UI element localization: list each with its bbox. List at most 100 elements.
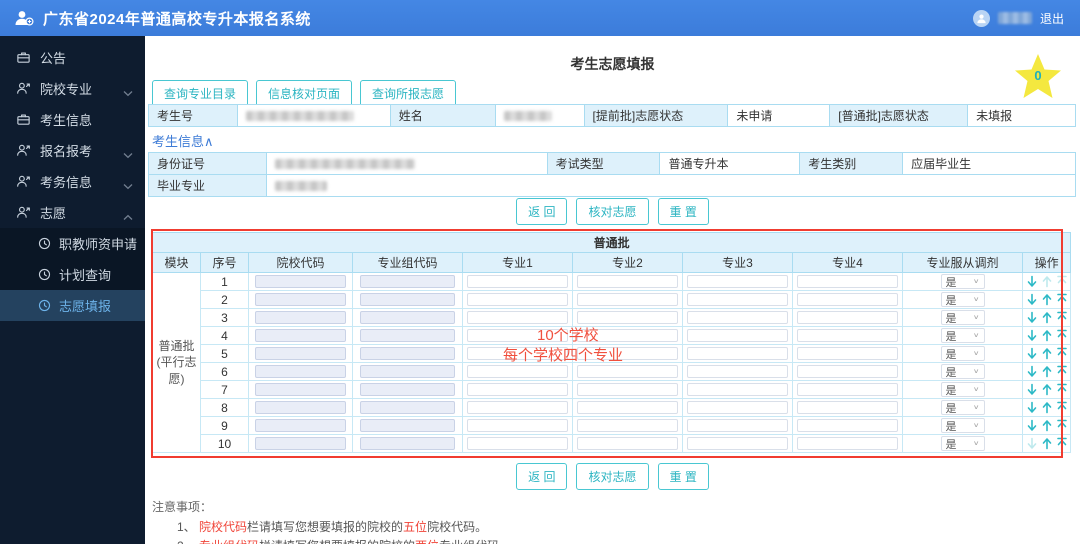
major-3-input[interactable]	[687, 328, 788, 342]
major-1-input[interactable]	[467, 436, 568, 450]
move-to-top-icon[interactable]	[1056, 275, 1067, 288]
major-4-input[interactable]	[797, 274, 898, 288]
major-2-input[interactable]	[577, 382, 678, 396]
major-1-input[interactable]	[467, 382, 568, 396]
college-code-input[interactable]	[255, 346, 346, 360]
move-down-icon[interactable]	[1027, 347, 1037, 360]
major-1-input[interactable]	[467, 274, 568, 288]
move-down-icon[interactable]	[1027, 311, 1037, 324]
obey-select[interactable]: 是 ∨	[940, 346, 985, 361]
major-group-code-input[interactable]	[359, 310, 456, 324]
major-1-input[interactable]	[467, 400, 568, 414]
major-3-input[interactable]	[687, 346, 788, 360]
sidebar-subitem-职教师资申请[interactable]: 职教师资申请	[0, 228, 145, 259]
major-1-input[interactable]	[467, 292, 568, 306]
major-4-input[interactable]	[797, 310, 898, 324]
major-4-input[interactable]	[797, 292, 898, 306]
move-up-icon[interactable]	[1042, 329, 1052, 342]
major-group-code-input[interactable]	[359, 292, 456, 306]
toolbar-button-查询所报志愿[interactable]: 查询所报志愿	[360, 80, 457, 107]
major-4-input[interactable]	[797, 364, 898, 378]
move-to-top-icon[interactable]	[1056, 347, 1067, 360]
major-4-input[interactable]	[797, 346, 898, 360]
back-button[interactable]: 返 回	[516, 463, 568, 490]
college-code-input[interactable]	[255, 418, 346, 432]
obey-select[interactable]: 是 ∨	[940, 292, 985, 307]
major-group-code-input[interactable]	[359, 328, 456, 342]
major-3-input[interactable]	[687, 364, 788, 378]
major-3-input[interactable]	[687, 436, 788, 450]
move-to-top-icon[interactable]	[1056, 311, 1067, 324]
major-4-input[interactable]	[797, 382, 898, 396]
major-4-input[interactable]	[797, 418, 898, 432]
obey-select[interactable]: 是 ∨	[940, 382, 985, 397]
major-group-code-input[interactable]	[359, 382, 456, 396]
major-group-code-input[interactable]	[359, 346, 456, 360]
move-up-icon[interactable]	[1042, 347, 1052, 360]
major-group-code-input[interactable]	[359, 274, 456, 288]
obey-select[interactable]: 是 ∨	[940, 436, 985, 451]
sidebar-item-院校专业[interactable]: 院校专业	[0, 73, 145, 104]
college-code-input[interactable]	[255, 382, 346, 396]
move-up-icon[interactable]	[1042, 419, 1052, 432]
college-code-input[interactable]	[255, 328, 346, 342]
back-button[interactable]: 返 回	[516, 198, 568, 225]
major-3-input[interactable]	[687, 310, 788, 324]
major-group-code-input[interactable]	[359, 364, 456, 378]
obey-select[interactable]: 是 ∨	[940, 364, 985, 379]
major-3-input[interactable]	[687, 292, 788, 306]
user-avatar-icon[interactable]	[972, 9, 990, 27]
major-2-input[interactable]	[577, 436, 678, 450]
candidate-info-collapse-link[interactable]: 考生信息∧	[152, 131, 214, 150]
move-up-icon[interactable]	[1042, 311, 1052, 324]
move-down-icon[interactable]	[1027, 275, 1037, 288]
sidebar-subitem-志愿填报[interactable]: 志愿填报	[0, 290, 145, 321]
move-up-icon[interactable]	[1042, 401, 1052, 414]
college-code-input[interactable]	[255, 400, 346, 414]
sidebar-item-志愿[interactable]: 志愿	[0, 197, 145, 228]
major-3-input[interactable]	[687, 382, 788, 396]
sidebar-subitem-计划查询[interactable]: 计划查询	[0, 259, 145, 290]
move-to-top-icon[interactable]	[1056, 383, 1067, 396]
college-code-input[interactable]	[255, 364, 346, 378]
college-code-input[interactable]	[255, 436, 346, 450]
toolbar-button-查询专业目录[interactable]: 查询专业目录	[152, 80, 249, 107]
move-down-icon[interactable]	[1027, 437, 1037, 450]
major-2-input[interactable]	[577, 310, 678, 324]
obey-select[interactable]: 是 ∨	[940, 274, 985, 289]
college-code-input[interactable]	[255, 274, 346, 288]
move-to-top-icon[interactable]	[1056, 293, 1067, 306]
toolbar-button-信息核对页面[interactable]: 信息核对页面	[256, 80, 353, 107]
obey-select[interactable]: 是 ∨	[940, 418, 985, 433]
move-down-icon[interactable]	[1027, 365, 1037, 378]
move-up-icon[interactable]	[1042, 275, 1052, 288]
major-group-code-input[interactable]	[359, 436, 456, 450]
major-group-code-input[interactable]	[359, 400, 456, 414]
major-3-input[interactable]	[687, 274, 788, 288]
move-to-top-icon[interactable]	[1056, 365, 1067, 378]
major-1-input[interactable]	[467, 418, 568, 432]
check-volunteer-button[interactable]: 核对志愿	[576, 198, 649, 225]
obey-select[interactable]: 是 ∨	[940, 328, 985, 343]
major-3-input[interactable]	[687, 418, 788, 432]
major-2-input[interactable]	[577, 292, 678, 306]
logout-link[interactable]: 退出	[1040, 10, 1064, 27]
check-volunteer-button[interactable]: 核对志愿	[576, 463, 649, 490]
move-to-top-icon[interactable]	[1056, 437, 1067, 450]
move-up-icon[interactable]	[1042, 437, 1052, 450]
major-2-input[interactable]	[577, 274, 678, 288]
major-4-input[interactable]	[797, 328, 898, 342]
move-down-icon[interactable]	[1027, 329, 1037, 342]
move-down-icon[interactable]	[1027, 383, 1037, 396]
obey-select[interactable]: 是 ∨	[940, 310, 985, 325]
major-1-input[interactable]	[467, 346, 568, 360]
major-1-input[interactable]	[467, 364, 568, 378]
major-2-input[interactable]	[577, 400, 678, 414]
move-up-icon[interactable]	[1042, 383, 1052, 396]
move-to-top-icon[interactable]	[1056, 401, 1067, 414]
major-4-input[interactable]	[797, 400, 898, 414]
sidebar-item-考生信息[interactable]: 考生信息	[0, 104, 145, 135]
major-3-input[interactable]	[687, 400, 788, 414]
college-code-input[interactable]	[255, 292, 346, 306]
sidebar-item-报名报考[interactable]: 报名报考	[0, 135, 145, 166]
